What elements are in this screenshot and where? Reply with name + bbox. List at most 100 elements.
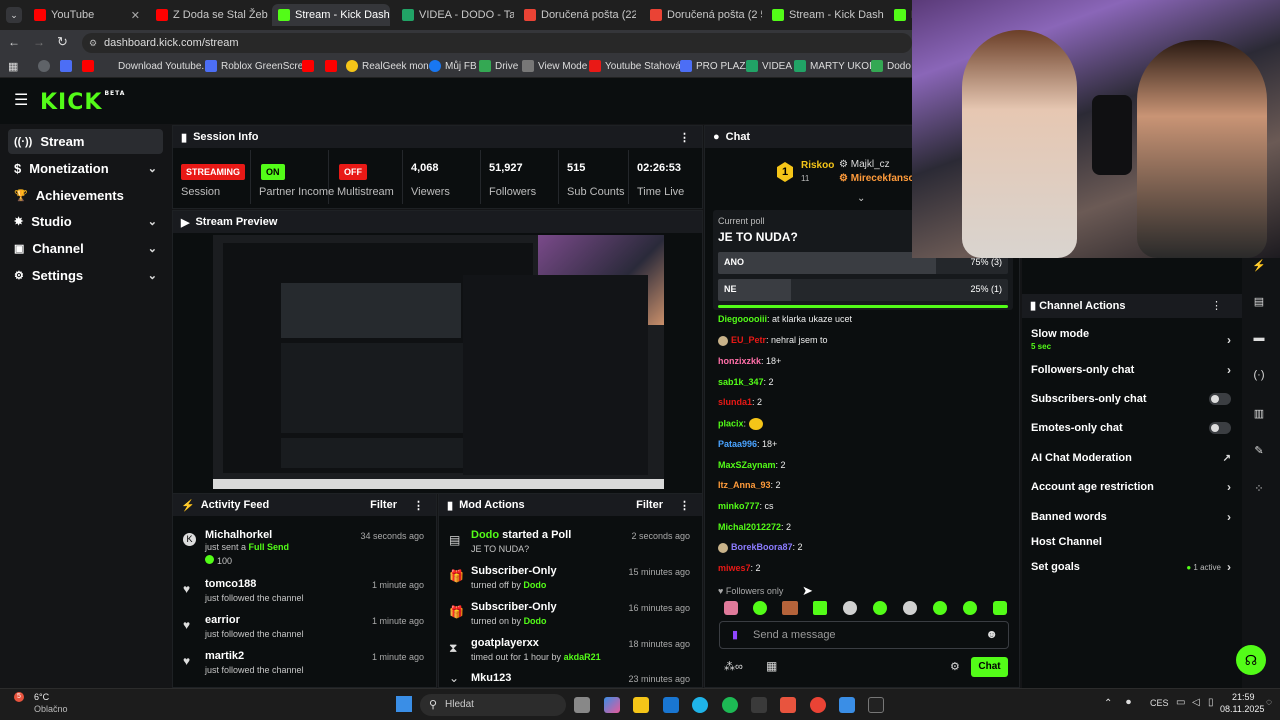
tab-kick-stream[interactable]: Stream - Kick Dashbo✕: [272, 4, 390, 26]
battery-icon[interactable]: ▯: [1208, 697, 1214, 708]
obs-icon[interactable]: [780, 697, 796, 713]
more-icon[interactable]: ⋮: [413, 499, 424, 512]
network-icon[interactable]: ▭: [1176, 697, 1185, 708]
bookmark-facebook[interactable]: Můj FB: [429, 60, 477, 72]
emote-icon[interactable]: [993, 601, 1007, 615]
emotes-only-item[interactable]: Emotes-only chat: [1031, 421, 1231, 435]
filter-button[interactable]: Filter: [636, 499, 663, 511]
layout-icon[interactable]: ▥: [1248, 402, 1270, 424]
bookmark-marty[interactable]: MARTY UKOLY: [794, 60, 881, 72]
bookmark-youtube[interactable]: [302, 60, 314, 72]
site-info-icon[interactable]: ⚙: [89, 33, 97, 53]
bookmark-view-mode[interactable]: View Mode: [522, 60, 587, 72]
more-icon[interactable]: ⋮: [679, 499, 690, 512]
wrench-icon[interactable]: ✎: [1248, 439, 1270, 461]
bookmark-icon[interactable]: [60, 60, 72, 72]
sidebar-item-achievements[interactable]: 🏆 Achievements: [8, 183, 163, 208]
more-icon[interactable]: ⋮: [1211, 299, 1222, 312]
menu-icon[interactable]: ☰: [14, 90, 28, 110]
chat-input[interactable]: ▮ Send a message ☻: [719, 621, 1009, 649]
taskbar-search[interactable]: ⚲ Hledat: [420, 694, 566, 716]
sidebar-item-stream[interactable]: ((·)) Stream: [8, 129, 163, 154]
tab-youtube-2[interactable]: Z Doda se Stal Žebrák✕: [150, 4, 268, 26]
emote-icon[interactable]: [933, 601, 947, 615]
slow-mode-item[interactable]: Slow mode 5 sec ›: [1031, 328, 1231, 351]
support-headset-button[interactable]: ☊: [1236, 645, 1266, 675]
tab-sheets[interactable]: VIDEA - DODO - Tab✕: [396, 4, 514, 26]
ai-moderation-item[interactable]: AI Chat Moderation ↗: [1031, 451, 1231, 465]
emoji-icon[interactable]: ☻: [985, 627, 998, 641]
emote-icon[interactable]: [813, 601, 827, 615]
followers-only-item[interactable]: Followers-only chat ›: [1031, 363, 1231, 377]
back-icon[interactable]: ←: [8, 35, 20, 49]
host-channel-item[interactable]: Host Channel: [1031, 535, 1231, 549]
tab-youtube[interactable]: YouTube ✕: [28, 4, 146, 26]
windows-start-icon[interactable]: [396, 696, 412, 712]
kick-logo[interactable]: KICK BETA: [40, 90, 125, 115]
broadcast-icon[interactable]: (·): [1248, 364, 1270, 386]
more-icon[interactable]: ⋮: [679, 131, 690, 144]
sidebar-item-channel[interactable]: ▣ Channel ⌄: [8, 236, 163, 261]
bookmark-realgeek[interactable]: RealGeek money: [346, 60, 439, 72]
emote-icon[interactable]: [843, 601, 857, 615]
document-icon[interactable]: ▤: [1248, 290, 1270, 312]
reload-icon[interactable]: ↻: [57, 34, 68, 50]
emote-icon[interactable]: [782, 601, 798, 615]
subscribers-only-toggle[interactable]: [1209, 393, 1231, 405]
sidebar-item-studio[interactable]: ✸ Studio ⌄: [8, 209, 163, 234]
url-field[interactable]: ⚙ dashboard.kick.com/stream: [82, 33, 912, 53]
tab-gmail-2[interactable]: Doručená pošta (2 5✕: [644, 4, 762, 26]
task-view-icon[interactable]: [574, 697, 590, 713]
set-goals-item[interactable]: Set goals ● 1 active ›: [1031, 560, 1231, 574]
bookmark-youtube-download[interactable]: Youtube Stahování: [589, 60, 689, 72]
tab-kick-3[interactable]: K: [888, 4, 914, 26]
tab-gmail[interactable]: Doručená pošta (228✕: [518, 4, 636, 26]
bookmark-roblox[interactable]: Roblox GreenScreen: [205, 60, 314, 72]
emote-icon[interactable]: [873, 601, 887, 615]
emote-icon[interactable]: [724, 601, 738, 615]
bookmark-videa[interactable]: VIDEA: [746, 60, 792, 72]
copilot-icon[interactable]: [604, 697, 620, 713]
account-age-item[interactable]: Account age restriction ›: [1031, 480, 1231, 494]
file-explorer-icon[interactable]: [633, 697, 649, 713]
send-chat-button[interactable]: Chat: [971, 657, 1008, 677]
epic-games-icon[interactable]: [868, 697, 884, 713]
volume-icon[interactable]: ◁: [1192, 697, 1200, 708]
close-icon[interactable]: ✕: [131, 9, 140, 22]
lightning-icon[interactable]: ⚡: [1248, 254, 1270, 276]
chrome-bookmark-icon[interactable]: [38, 60, 50, 72]
capcut-icon[interactable]: [751, 697, 767, 713]
microphone-icon[interactable]: ▮: [732, 628, 738, 641]
spotify-icon[interactable]: [722, 697, 738, 713]
emote-icon[interactable]: [903, 601, 917, 615]
microphone-icon[interactable]: ⏺: [1126, 697, 1131, 708]
chat-bubble-icon[interactable]: ▬: [1248, 327, 1270, 349]
banned-words-item[interactable]: Banned words ›: [1031, 510, 1231, 524]
chrome-icon[interactable]: [810, 697, 826, 713]
bookmark-youtube-2[interactable]: [325, 60, 337, 72]
app-icon[interactable]: [839, 697, 855, 713]
outlook-icon[interactable]: [663, 697, 679, 713]
tab-kick-stream-2[interactable]: Stream - Kick Dashbo✕: [766, 4, 884, 26]
emote-icon[interactable]: [753, 601, 767, 615]
bookmark-pro-plaza[interactable]: PRO PLAZA: [680, 60, 752, 72]
emotes-only-toggle[interactable]: [1209, 422, 1231, 434]
bookmark-download-youtube[interactable]: Download Youtube...: [82, 60, 210, 72]
chevron-down-icon[interactable]: ⌄: [857, 193, 865, 204]
sidebar-item-settings[interactable]: ⚙ Settings ⌄: [8, 263, 163, 288]
store-icon[interactable]: ▦: [766, 659, 777, 673]
emote-icon[interactable]: [963, 601, 977, 615]
chat-settings-icon[interactable]: ⚙: [950, 660, 960, 673]
notifications-icon[interactable]: ◌: [1266, 697, 1272, 708]
bookmark-drive[interactable]: Drive: [479, 60, 518, 72]
sidebar-item-monetization[interactable]: $ Monetization ⌄: [8, 156, 163, 181]
add-widget-icon[interactable]: ⁘: [1248, 477, 1270, 499]
subscribers-only-item[interactable]: Subscribers-only chat: [1031, 392, 1231, 406]
stream-preview-video[interactable]: [213, 235, 664, 489]
chevron-up-icon[interactable]: ⌃: [1104, 698, 1112, 709]
poll-option-ne[interactable]: NE 25% (1): [718, 279, 1008, 301]
edge-icon[interactable]: [692, 697, 708, 713]
infinity-icon[interactable]: ⁂∞: [724, 660, 743, 673]
filter-button[interactable]: Filter: [370, 499, 397, 511]
tab-search-button[interactable]: ⌄: [6, 7, 22, 23]
